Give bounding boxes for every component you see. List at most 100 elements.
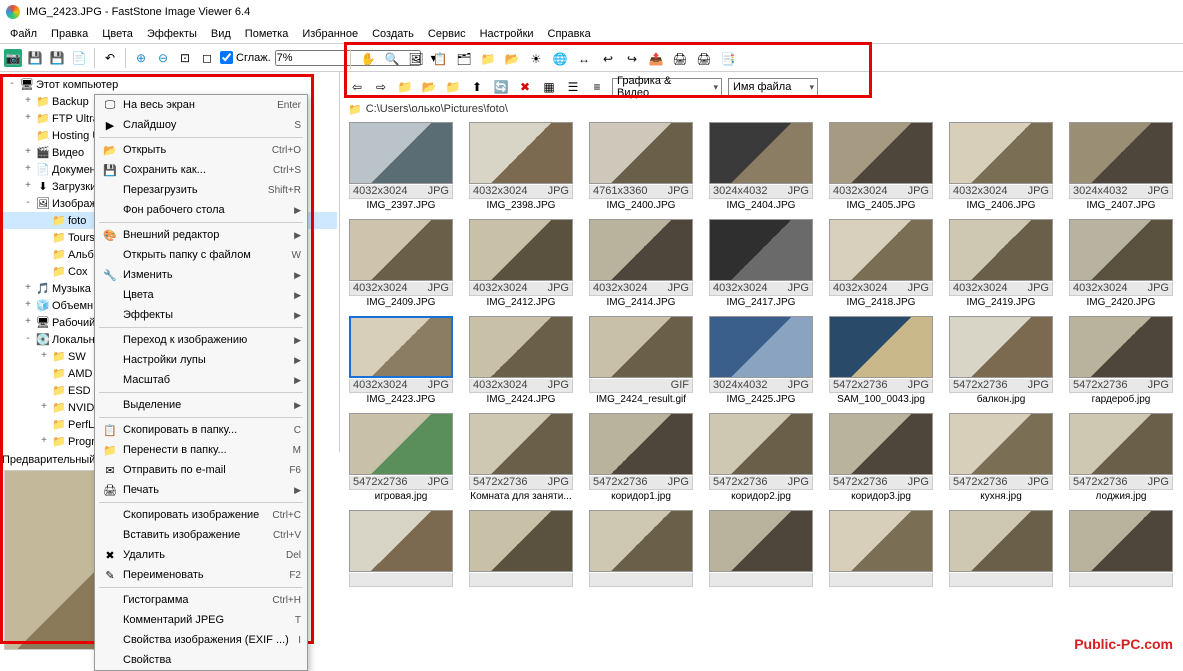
tree-twisty-icon[interactable]: + — [22, 283, 34, 294]
thumb-image[interactable] — [589, 316, 693, 378]
thumbnail[interactable]: 4032x3024JPG IMG_2423.JPG — [348, 316, 454, 405]
tb3-icon-2[interactable]: 📁 — [396, 78, 414, 96]
thumbnail[interactable]: 3024x4032JPG IMG_2425.JPG — [708, 316, 814, 405]
ctx-item[interactable]: Свойства изображения (EXIF ...)I — [95, 630, 307, 650]
tree-item[interactable]: -🖥Этот компьютер — [2, 76, 337, 93]
thumbnail[interactable]: 4032x3024JPG IMG_2417.JPG — [708, 219, 814, 308]
thumbnail[interactable]: 4032x3024JPG IMG_2414.JPG — [588, 219, 694, 308]
tree-twisty-icon[interactable]: + — [38, 436, 50, 447]
thumbnail[interactable]: 4032x3024JPG IMG_2397.JPG — [348, 122, 454, 211]
thumb-image[interactable] — [349, 413, 453, 475]
tb2-icon-1[interactable]: 🔍 — [383, 50, 401, 68]
thumb-image[interactable] — [829, 219, 933, 281]
tb3-icon-7[interactable]: ✖ — [516, 78, 534, 96]
ctx-item[interactable]: ▶СлайдшоуS — [95, 115, 307, 135]
thumb-image[interactable] — [709, 413, 813, 475]
ctx-item[interactable]: Скопировать изображениеCtrl+C — [95, 505, 307, 525]
thumbnail[interactable] — [708, 510, 814, 588]
thumbnail[interactable]: 5472x2736JPG Комната для заняти... — [468, 413, 574, 502]
ctx-item[interactable]: 🖨Печать▶ — [95, 480, 307, 500]
thumb-image[interactable] — [349, 510, 453, 572]
zoom-actual-icon[interactable]: ◻ — [198, 49, 216, 67]
tb3-icon-5[interactable]: ⬆ — [468, 78, 486, 96]
thumb-image[interactable] — [829, 510, 933, 572]
ctx-item[interactable]: 🖵На весь экранEnter — [95, 95, 307, 115]
zoom-fit-icon[interactable]: ⊡ — [176, 49, 194, 67]
thumbnail[interactable] — [1068, 510, 1174, 588]
ctx-item[interactable]: 📁Перенести в папку...M — [95, 440, 307, 460]
tree-twisty-icon[interactable]: - — [6, 79, 18, 90]
thumbnail[interactable]: 5472x2736JPG кухня.jpg — [948, 413, 1054, 502]
thumbnail[interactable]: 5472x2736JPG коридор1.jpg — [588, 413, 694, 502]
thumbnail[interactable]: 5472x2736JPG лоджия.jpg — [1068, 413, 1174, 502]
tb2-icon-6[interactable]: 📂 — [503, 50, 521, 68]
thumb-image[interactable] — [589, 413, 693, 475]
thumbnail[interactable]: 3024x4032JPG IMG_2404.JPG — [708, 122, 814, 211]
thumbnail[interactable]: 5472x2736JPG коридор2.jpg — [708, 413, 814, 502]
smooth-checkbox[interactable]: Сглаж. — [220, 51, 271, 64]
menu-1[interactable]: Правка — [45, 26, 94, 42]
menu-5[interactable]: Пометка — [239, 26, 295, 42]
ctx-item[interactable]: 🎨Внешний редактор▶ — [95, 225, 307, 245]
thumb-image[interactable] — [469, 122, 573, 184]
tb2-icon-4[interactable]: 🗂 — [455, 50, 473, 68]
thumbnail[interactable]: 4032x3024JPG IMG_2424.JPG — [468, 316, 574, 405]
thumbnail[interactable]: 3024x4032JPG IMG_2407.JPG — [1068, 122, 1174, 211]
ctx-item[interactable]: 📋Скопировать в папку...C — [95, 420, 307, 440]
tb2-icon-8[interactable]: 🌐 — [551, 50, 569, 68]
doc-icon[interactable]: 📄 — [70, 49, 88, 67]
tb3-icon-6[interactable]: 🔄 — [492, 78, 510, 96]
thumbnail[interactable]: 5472x2736JPG коридор3.jpg — [828, 413, 934, 502]
ctx-item[interactable]: 📂ОткрытьCtrl+O — [95, 140, 307, 160]
ctx-item[interactable]: Вставить изображениеCtrl+V — [95, 525, 307, 545]
tb3-icon-1[interactable]: ⇨ — [372, 78, 390, 96]
ctx-item[interactable]: Настройки лупы▶ — [95, 350, 307, 370]
tree-twisty-icon[interactable]: + — [22, 317, 34, 328]
tb2-icon-5[interactable]: 📁 — [479, 50, 497, 68]
tb2-icon-9[interactable]: ↔ — [575, 50, 593, 68]
tb2-icon-13[interactable]: 🖨 — [671, 50, 689, 68]
ctx-item[interactable]: ГистограммаCtrl+H — [95, 590, 307, 610]
thumb-image[interactable] — [589, 510, 693, 572]
ctx-item[interactable]: Фон рабочего стола▶ — [95, 200, 307, 220]
thumb-image[interactable] — [589, 122, 693, 184]
thumbnail[interactable] — [468, 510, 574, 588]
ctx-item[interactable]: ПерезагрузитьShift+R — [95, 180, 307, 200]
thumb-image[interactable] — [829, 122, 933, 184]
tb3-icon-8[interactable]: ▦ — [540, 78, 558, 96]
ctx-item[interactable]: 🔧Изменить▶ — [95, 265, 307, 285]
tree-twisty-icon[interactable]: + — [38, 402, 50, 413]
tree-twisty-icon[interactable]: + — [22, 96, 34, 107]
menu-8[interactable]: Сервис — [422, 26, 472, 42]
thumbnail[interactable]: 5472x2736JPG балкон.jpg — [948, 316, 1054, 405]
tree-twisty-icon[interactable]: + — [22, 164, 34, 175]
thumb-image[interactable] — [589, 219, 693, 281]
thumbnail[interactable] — [948, 510, 1054, 588]
tb2-icon-11[interactable]: ↪ — [623, 50, 641, 68]
save-icon[interactable]: 💾 — [26, 49, 44, 67]
thumbnail[interactable] — [588, 510, 694, 588]
thumbnail[interactable]: 4032x3024JPG IMG_2405.JPG — [828, 122, 934, 211]
menu-3[interactable]: Эффекты — [141, 26, 203, 42]
tb2-icon-2[interactable]: 🖼 — [407, 50, 425, 68]
menu-9[interactable]: Настройки — [474, 26, 540, 42]
thumb-image[interactable] — [829, 316, 933, 378]
thumb-image[interactable] — [949, 316, 1053, 378]
thumb-image[interactable] — [949, 122, 1053, 184]
thumb-image[interactable] — [469, 219, 573, 281]
thumbnail[interactable] — [348, 510, 454, 588]
thumbnail[interactable] — [828, 510, 934, 588]
ctx-item[interactable]: Эффекты▶ — [95, 305, 307, 325]
thumbnail[interactable]: 4032x3024JPG IMG_2406.JPG — [948, 122, 1054, 211]
ctx-item[interactable]: 💾Сохранить как...Ctrl+S — [95, 160, 307, 180]
thumbnail[interactable]: 5472x2736JPG игровая.jpg — [348, 413, 454, 502]
thumb-image[interactable] — [349, 219, 453, 281]
thumb-image[interactable] — [949, 219, 1053, 281]
tb2-icon-10[interactable]: ↩ — [599, 50, 617, 68]
menu-10[interactable]: Справка — [542, 26, 597, 42]
thumb-image[interactable] — [1069, 413, 1173, 475]
thumb-image[interactable] — [829, 413, 933, 475]
thumb-image[interactable] — [709, 510, 813, 572]
ctx-item[interactable]: Выделение▶ — [95, 395, 307, 415]
tb3-icon-4[interactable]: 📁 — [444, 78, 462, 96]
